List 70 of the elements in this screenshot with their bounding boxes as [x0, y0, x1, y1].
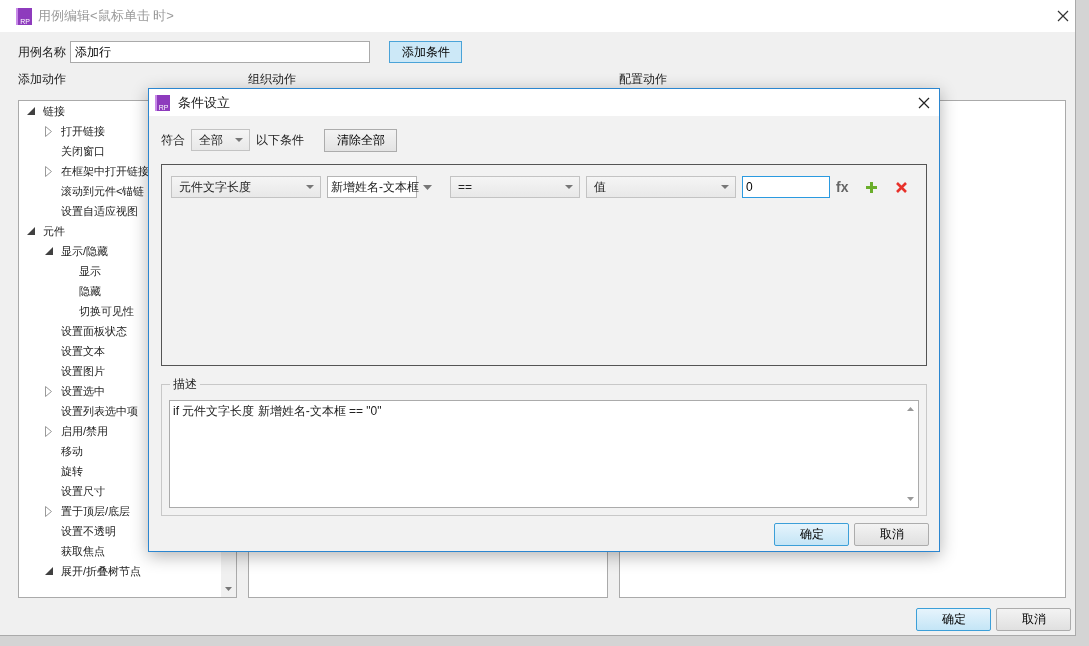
column-heading: 组织动作	[248, 72, 297, 86]
tree-item[interactable]: 滚动到元件<锚链	[45, 181, 145, 201]
caret-icon[interactable]	[721, 185, 729, 189]
caret-icon[interactable]	[306, 185, 314, 189]
tree-item[interactable]: 展开/折叠树节点	[45, 561, 142, 581]
expanded-icon[interactable]	[27, 227, 35, 235]
description-label: 描述	[170, 376, 200, 393]
tree-item[interactable]: 设置面板状态	[45, 321, 127, 341]
tree-item[interactable]: 关闭窗口	[45, 141, 105, 161]
expanded-icon[interactable]	[45, 567, 53, 575]
clear-all-button[interactable]: 清除全部	[324, 128, 397, 152]
window-title: 用例编辑<鼠标单击 时>	[38, 7, 174, 25]
cancel-button[interactable]: 取消	[996, 608, 1071, 631]
condition-dropdown[interactable]: 值	[586, 176, 736, 198]
column-heading: 配置动作	[619, 72, 668, 86]
widget-dropdown[interactable]: 新增姓名-文本框	[327, 176, 417, 198]
ok-button[interactable]: 确定	[774, 523, 849, 546]
tree-item[interactable]: 旋转	[45, 461, 83, 481]
add-condition-button[interactable]: 添加条件	[389, 41, 462, 63]
tree-item[interactable]: 链接	[27, 101, 65, 121]
tree-item[interactable]: 获取焦点	[45, 541, 105, 561]
collapsed-icon[interactable]	[45, 125, 52, 137]
tree-item[interactable]: 显示/隐藏	[45, 241, 109, 261]
case-name-field[interactable]: 添加行	[70, 41, 370, 63]
tree-item[interactable]: 设置选中	[45, 381, 105, 401]
tree-item[interactable]: 打开链接	[45, 121, 105, 141]
ok-button[interactable]: 确定	[916, 608, 991, 631]
tree-item[interactable]: 设置图片	[45, 361, 105, 381]
collapsed-icon[interactable]	[45, 385, 52, 397]
match-label: 符合	[161, 131, 185, 149]
tree-item[interactable]: 在框架中打开链接	[45, 161, 149, 181]
column-heading: 添加动作	[18, 72, 67, 86]
add-icon[interactable]	[866, 181, 878, 193]
description-text: if 元件文字长度 新增姓名-文本框 == "0"	[172, 403, 383, 420]
match-suffix: 以下条件	[256, 131, 304, 149]
tree-item[interactable]: 设置自适应视图	[45, 201, 138, 221]
tree-item[interactable]: 切换可见性	[63, 301, 134, 321]
function-button[interactable]: fx	[836, 179, 849, 195]
case-name-label: 用例名称	[18, 43, 66, 61]
delete-icon[interactable]	[896, 181, 908, 193]
caret-icon[interactable]	[235, 138, 243, 142]
collapsed-icon[interactable]	[45, 505, 52, 517]
description-box[interactable]: if 元件文字长度 新增姓名-文本框 == "0"	[169, 400, 919, 508]
scroll-down-icon[interactable]	[225, 587, 232, 591]
tree-item[interactable]: 移动	[45, 441, 83, 461]
caret-icon[interactable]	[565, 185, 573, 189]
value-field[interactable]: 0	[742, 176, 830, 198]
tree-item[interactable]: 元件	[27, 221, 65, 241]
close-icon[interactable]	[1057, 10, 1069, 22]
cancel-button[interactable]: 取消	[854, 523, 929, 546]
collapsed-icon[interactable]	[45, 165, 52, 177]
expanded-icon[interactable]	[27, 107, 35, 115]
tree-item[interactable]: 设置文本	[45, 341, 105, 361]
tree-item[interactable]: 启用/禁用	[45, 421, 109, 441]
close-icon[interactable]	[918, 96, 930, 109]
tree-item[interactable]: 设置列表选中项	[45, 401, 138, 421]
caret-icon[interactable]	[423, 184, 432, 190]
tree-item[interactable]: 置于顶层/底层	[45, 501, 131, 521]
scroll-up-icon[interactable]	[907, 407, 914, 411]
scroll-down-icon[interactable]	[907, 497, 914, 501]
condition-dropdown[interactable]: 元件文字长度	[171, 176, 321, 198]
tree-item[interactable]: 显示	[63, 261, 101, 281]
condition-dropdown[interactable]: ==	[450, 176, 580, 198]
dialog-title: 条件设立	[178, 93, 230, 112]
tree-item[interactable]: 设置不透明	[45, 521, 116, 541]
expanded-icon[interactable]	[45, 247, 53, 255]
match-dropdown[interactable]: 全部	[191, 129, 250, 151]
collapsed-icon[interactable]	[45, 425, 52, 437]
tree-item[interactable]: 隐藏	[63, 281, 101, 301]
tree-item[interactable]: 设置尺寸	[45, 481, 105, 501]
